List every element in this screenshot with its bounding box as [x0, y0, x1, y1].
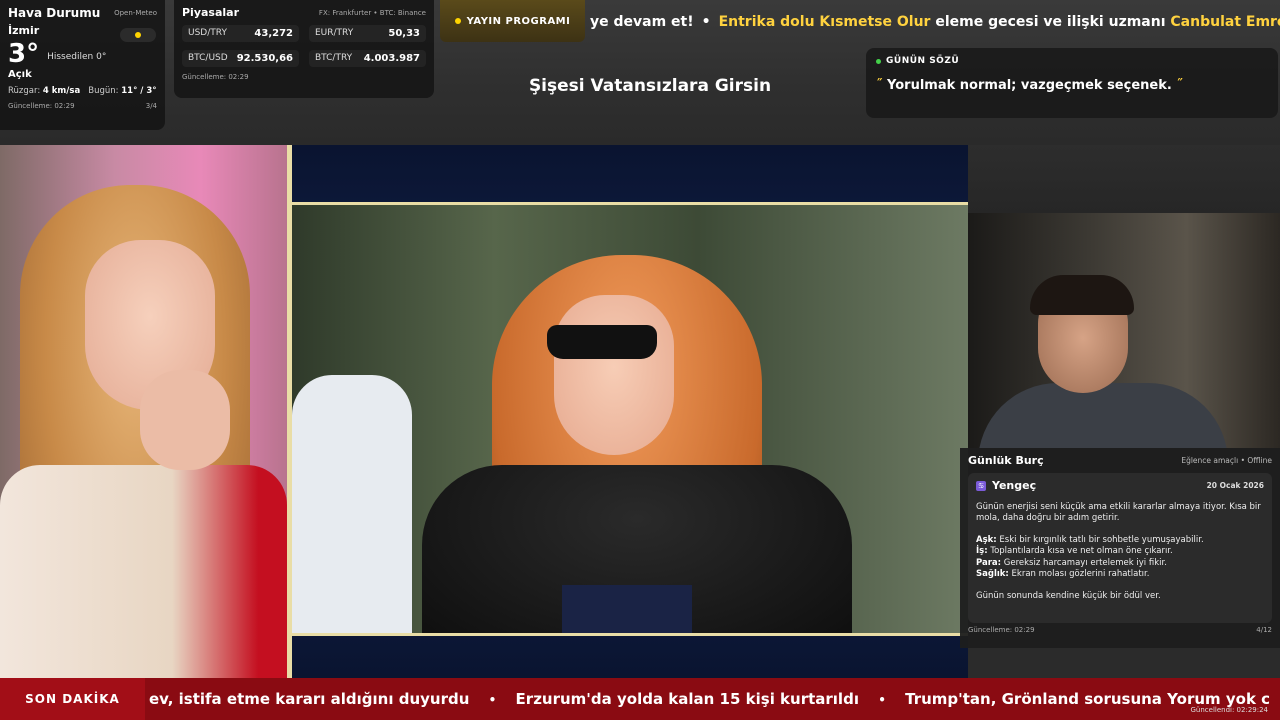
top-ticker: ye devam et! • Entrika dolu Kısmetse Olu… — [590, 0, 1280, 44]
program-badge: YAYIN PROGRAMI — [440, 0, 585, 42]
horoscope-title: Günlük Burç — [968, 454, 1044, 467]
horoscope-work: İş: Toplantılarda kısa ve net olman öne … — [976, 546, 1173, 557]
horoscope-widget: Günlük Burç Eğlence amaçlı • Offline ♋ Y… — [960, 448, 1280, 648]
horoscope-money: Para: Gereksiz harcamayı ertelemek iyi f… — [976, 557, 1167, 568]
horoscope-meta: Eğlence amaçlı • Offline — [1181, 456, 1272, 465]
top-ticker-text: eleme gecesi ve ilişki uzmanı — [930, 14, 1171, 30]
right-background — [968, 145, 1280, 215]
weather-title: Hava Durumu — [8, 6, 101, 20]
live-dot-icon — [876, 58, 881, 64]
breaking-news-badge: SON DAKİKA — [0, 678, 145, 720]
sun-icon — [120, 28, 156, 42]
top-ticker-highlight: Canbulat Emre — [1170, 14, 1280, 30]
horoscope-love: Aşk: Eski bir kırgınlık tatlı bir sohbet… — [976, 534, 1204, 545]
horoscope-sign: ♋ Yengeç — [976, 479, 1036, 492]
ticker-separator: • — [488, 693, 497, 707]
horoscope-page: 4/12 — [1256, 626, 1272, 634]
market-label: EUR/TRY — [315, 28, 354, 38]
market-item-eur-try: EUR/TRY 50,33 — [309, 25, 426, 42]
weather-page: 3/4 — [145, 102, 157, 110]
horoscope-date: 20 Ocak 2026 — [1206, 481, 1264, 490]
left-video-feed — [0, 145, 287, 678]
program-dot-icon — [454, 18, 461, 24]
weather-feels: Hissedilen 0° — [47, 52, 107, 62]
horoscope-body: Günün enerjisi seni küçük ama etkili kar… — [976, 502, 1264, 602]
ticker-separator: • — [878, 693, 886, 707]
market-label: BTC/USD — [188, 53, 228, 63]
horoscope-updated: Güncelleme: 02:29 — [968, 626, 1035, 634]
market-value: 92.530,66 — [236, 53, 293, 64]
streamer-body — [978, 383, 1228, 448]
person-shirt — [0, 465, 287, 678]
quote-open-icon: ˝ — [876, 78, 883, 93]
horoscope-card: ♋ Yengeç 20 Ocak 2026 Günün enerjisi sen… — [968, 473, 1272, 623]
ticker-separator: • — [701, 14, 711, 30]
market-item-usd-try: USD/TRY 43,272 — [182, 25, 299, 42]
quote-text-row: ˝ Yorulmak normal; vazgeçmek seçenek. ˝ — [876, 78, 1268, 93]
breaking-news-text: ev, istifa etme kararı aldığını duyurdu … — [145, 690, 1270, 708]
quote-close-icon: ˝ — [1176, 78, 1183, 93]
today-value: 11° / 3° — [121, 86, 157, 96]
quote-heading: GÜNÜN SÖZÜ — [886, 56, 960, 66]
ticker-updated: Güncellendi: 02:29:24 — [1190, 706, 1269, 714]
center-video-feed — [292, 202, 968, 636]
today-label: Bugün: — [88, 86, 119, 96]
show-title: Şişesi Vatansızlara Girsin — [528, 76, 772, 96]
top-ticker-highlight: Entrika dolu Kısmetse Olur — [718, 14, 931, 30]
webcam-feed — [968, 213, 1280, 448]
background-person — [292, 375, 412, 633]
horoscope-closing: Günün sonunda kendine küçük bir ödül ver… — [976, 590, 1161, 601]
market-value: 43,272 — [254, 28, 293, 39]
market-label: BTC/TRY — [315, 53, 353, 63]
horoscope-intro: Günün enerjisi seni küçük ama etkili kar… — [976, 502, 1261, 524]
breaking-news-ticker: SON DAKİKA ev, istifa etme kararı aldığı… — [0, 678, 1280, 720]
market-item-btc-try: BTC/TRY 4.003.987 — [309, 50, 426, 67]
weather-widget: Hava Durumu Open-Meteo İzmir 3° Hissedil… — [0, 0, 165, 130]
streamer-hair — [1030, 275, 1134, 315]
program-label: YAYIN PROGRAMI — [466, 15, 571, 27]
weather-updated: Güncelleme: 02:29 — [8, 102, 75, 110]
market-item-btc-usd: BTC/USD 92.530,66 — [182, 50, 299, 67]
markets-title: Piyasalar — [182, 6, 240, 19]
market-value: 4.003.987 — [363, 53, 420, 64]
person-hand — [140, 370, 230, 470]
weather-temp: 3° — [8, 39, 40, 69]
top-ticker-text: ye devam et! — [590, 14, 694, 30]
weather-source: Open-Meteo — [114, 9, 157, 17]
markets-source: FX: Frankfurter • BTC: Binance — [318, 8, 426, 17]
news-item: ev, istifa etme kararı aldığını duyurdu — [149, 690, 470, 708]
wind-label: Rüzgar: — [8, 86, 41, 96]
horoscope-health: Sağlık: Ekran molası gözlerini rahatlatı… — [976, 569, 1150, 580]
quote-widget: GÜNÜN SÖZÜ ˝ Yorulmak normal; vazgeçmek … — [866, 48, 1278, 118]
market-label: USD/TRY — [188, 28, 227, 38]
markets-updated: Güncelleme: 02:29 — [182, 73, 249, 81]
weather-condition: Açık — [8, 69, 32, 80]
sunglasses — [547, 325, 657, 359]
person-top — [562, 585, 692, 633]
wind-value: 4 km/sa — [42, 86, 81, 96]
zodiac-icon: ♋ — [976, 480, 986, 491]
horoscope-sign-name: Yengeç — [992, 479, 1037, 492]
weather-details: Rüzgar: 4 km/sa Bugün: 11° / 3° — [8, 86, 157, 96]
person-face — [554, 295, 674, 455]
market-value: 50,33 — [388, 28, 420, 39]
news-item: Erzurum'da yolda kalan 15 kişi kurtarıld… — [515, 690, 859, 708]
markets-widget: Piyasalar FX: Frankfurter • BTC: Binance… — [174, 0, 434, 98]
quote-text: Yorulmak normal; vazgeçmek seçenek. — [887, 78, 1172, 93]
